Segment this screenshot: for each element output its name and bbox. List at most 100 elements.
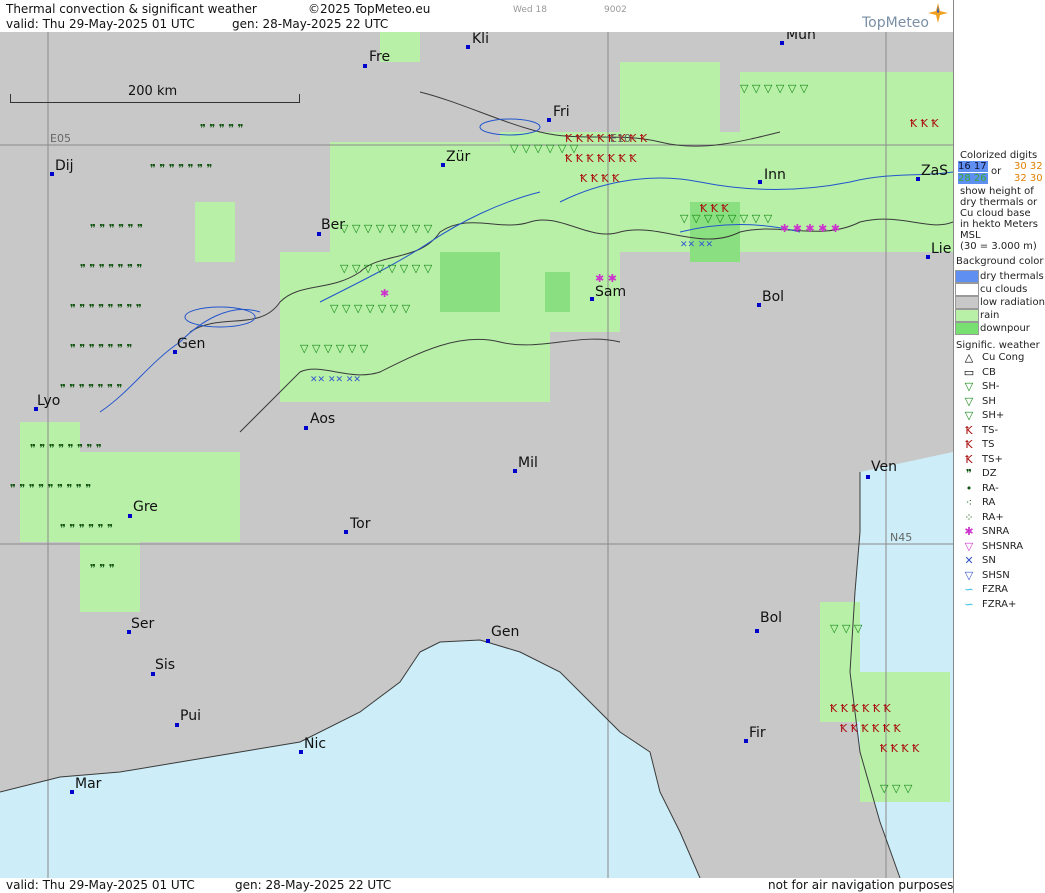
legend-wx-label: TS [982,439,995,450]
legend-wx-symbol-icon: △ [964,351,974,364]
city-marker [916,177,920,181]
city-label-sam[interactable]: Sam [595,285,626,299]
city-marker [466,45,470,49]
legend-digits-line: Cu cloud base [960,208,1031,219]
legend-swatch-low-radiation [955,296,979,309]
city-label-fri[interactable]: Fri [553,105,570,119]
svg-text:❞ ❞ ❞ ❞ ❞: ❞ ❞ ❞ ❞ ❞ [200,122,244,135]
city-label-ber[interactable]: Ber [321,218,345,232]
svg-text:❞ ❞ ❞ ❞ ❞ ❞ ❞ ❞: ❞ ❞ ❞ ❞ ❞ ❞ ❞ ❞ [30,442,102,455]
svg-text:▽ ▽ ▽ ▽ ▽ ▽: ▽ ▽ ▽ ▽ ▽ ▽ [740,82,809,95]
legend-wx-label: DZ [982,468,997,479]
city-label-dij[interactable]: Dij [55,159,74,173]
svg-text:Ꝁ Ꝁ Ꝁ Ꝁ Ꝁ Ꝁ Ꝁ: Ꝁ Ꝁ Ꝁ Ꝁ Ꝁ Ꝁ Ꝁ [565,152,637,165]
legend-wx-label: SNRA [982,526,1010,537]
city-label-tor[interactable]: Tor [350,517,371,531]
city-label-bol-north[interactable]: Bol [762,290,784,304]
legend-wx-label: TS- [982,424,999,436]
city-label-ven[interactable]: Ven [871,460,897,474]
city-label-bol-south[interactable]: Bol [760,611,782,625]
legend-wx-symbol-icon: ⁖ [965,496,973,509]
legend-wx-label: CB [982,366,996,378]
legend-wx-symbol-icon: • [965,481,973,495]
city-label-kli[interactable]: Kli [472,32,489,46]
weather-map[interactable]: ❞ ❞ ❞ ❞ ❞ ❞ ❞ ❞ ❞ ❞ ❞ ❞ ❞ ❞ ❞ ❞ ❞ ❞ ❞ ❞ … [0,32,953,878]
svg-text:▽ ▽ ▽: ▽ ▽ ▽ [880,782,913,795]
city-label-inn[interactable]: Inn [764,168,786,182]
legend-wx-symbol-icon: ✱ [964,525,974,538]
legend-bg-label: low radiation [980,297,1045,308]
legend-wx-symbol-icon: ❞ [966,467,972,480]
day-label: Wed 18 [513,5,547,15]
city-label-aos[interactable]: Aos [310,412,335,426]
legend-swatch-rain [955,309,979,322]
city-marker [866,475,870,479]
footer-disclaimer: not for air navigation purposes [768,878,954,892]
legend-wx-symbol-icon: ∽ [964,583,974,596]
legend-wx-title: Signific. weather [956,340,1040,351]
legend-digits-line: show height of [960,186,1034,197]
city-marker [70,790,74,794]
legend-bg-label: rain [980,310,1000,321]
city-marker [757,303,761,307]
city-label-pui[interactable]: Pui [180,709,201,723]
valid-time: valid: Thu 29-May-2025 01 UTC [6,17,195,31]
city-label-gen-genoa[interactable]: Gen [491,625,519,639]
legend-wx-symbol-icon: ▽ [964,568,974,582]
svg-text:❞ ❞ ❞ ❞ ❞ ❞ ❞: ❞ ❞ ❞ ❞ ❞ ❞ ❞ [60,382,122,395]
city-label-mar[interactable]: Mar [75,777,101,791]
city-label-gre[interactable]: Gre [133,500,158,514]
legend-bg-label: downpour [980,323,1030,334]
legend-wx-label: RA [982,497,996,508]
legend-panel: Colorized digits 16 17 or 30 32 28 26 32… [953,0,1045,893]
svg-text:▽ ▽ ▽: ▽ ▽ ▽ [830,622,863,635]
legend-wx-label: SHSNRA [982,540,1024,552]
svg-text:Ꝁ Ꝁ Ꝁ Ꝁ: Ꝁ Ꝁ Ꝁ Ꝁ [580,172,620,185]
city-label-zas[interactable]: ZaS [921,164,948,178]
generated-time: gen: 28-May-2025 22 UTC [232,17,389,31]
legend-wx-label: SH+ [982,410,1005,421]
city-marker [590,297,594,301]
footer-gen: gen: 28-May-2025 22 UTC [235,878,392,892]
legend-digits-sample-1: 16 17 [958,161,988,172]
city-label-sis[interactable]: Sis [155,658,175,672]
legend-swatch-dry-thermals [955,270,979,283]
legend-swatch-cu-clouds [955,283,979,296]
scale-bar-label: 200 km [128,84,178,99]
city-label-zur[interactable]: Zür [446,150,470,164]
city-label-fre[interactable]: Fre [369,50,390,64]
grid-label-e10: E10 [610,132,631,145]
legend-digits-line: in hekto Meters [960,219,1038,230]
city-label-fir[interactable]: Fir [749,726,766,740]
footer-valid: valid: Thu 29-May-2025 01 UTC [6,878,195,892]
svg-text:▽ ▽ ▽ ▽ ▽ ▽: ▽ ▽ ▽ ▽ ▽ ▽ [300,342,369,355]
city-marker [304,426,308,430]
city-label-mil[interactable]: Mil [518,456,538,470]
compass-star-icon [928,3,948,23]
map-title: Thermal convection & significant weather [6,2,257,16]
svg-text:Ꝁ Ꝁ Ꝁ: Ꝁ Ꝁ Ꝁ [910,117,939,130]
svg-text:✕✕ ✕✕: ✕✕ ✕✕ [680,240,713,250]
legend-wx-label: SN [982,555,996,566]
city-label-lie[interactable]: Lie [931,242,951,256]
svg-text:❞ ❞ ❞ ❞ ❞ ❞ ❞: ❞ ❞ ❞ ❞ ❞ ❞ ❞ [150,162,212,175]
city-label-nic[interactable]: Nic [304,737,326,751]
legend-wx-symbol-icon: ▭ [963,365,975,379]
city-label-gen-geneva[interactable]: Gen [177,337,205,351]
logo-text: TopMeteo [862,15,929,31]
legend-digits-or: or [991,166,1002,177]
city-label-ser[interactable]: Ser [131,617,154,631]
legend-wx-label: SH- [982,381,1000,392]
city-label-lyo[interactable]: Lyo [37,394,60,408]
legend-wx-symbol-icon: Ꝁ [965,438,973,451]
svg-text:❞ ❞ ❞ ❞ ❞ ❞: ❞ ❞ ❞ ❞ ❞ ❞ [90,222,143,235]
city-label-mun[interactable]: Mun [786,32,816,42]
legend-wx-symbol-icon: ▽ [964,409,974,422]
city-marker [441,163,445,167]
legend-wx-label: RA+ [982,511,1004,523]
city-marker [926,255,930,259]
svg-text:✕✕ ✕✕ ✕✕: ✕✕ ✕✕ ✕✕ [310,375,361,385]
legend-digits-line: MSL [960,230,981,241]
grid-label-e05: E05 [50,132,71,145]
legend-wx-label: SH [982,395,996,407]
